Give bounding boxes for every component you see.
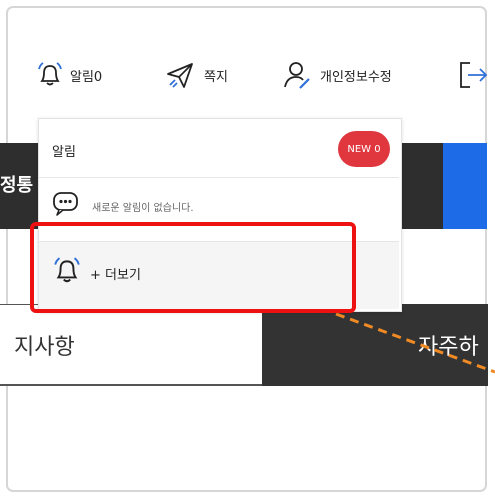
- highlight-box: [30, 222, 356, 313]
- new-count-badge: NEW 0: [338, 131, 390, 167]
- chat-bubble-icon: [52, 191, 80, 217]
- popup-divider: [39, 177, 399, 178]
- popup-title: 알림: [52, 145, 76, 160]
- empty-notice-text: 새로운 알림이 없습니다.: [92, 203, 194, 214]
